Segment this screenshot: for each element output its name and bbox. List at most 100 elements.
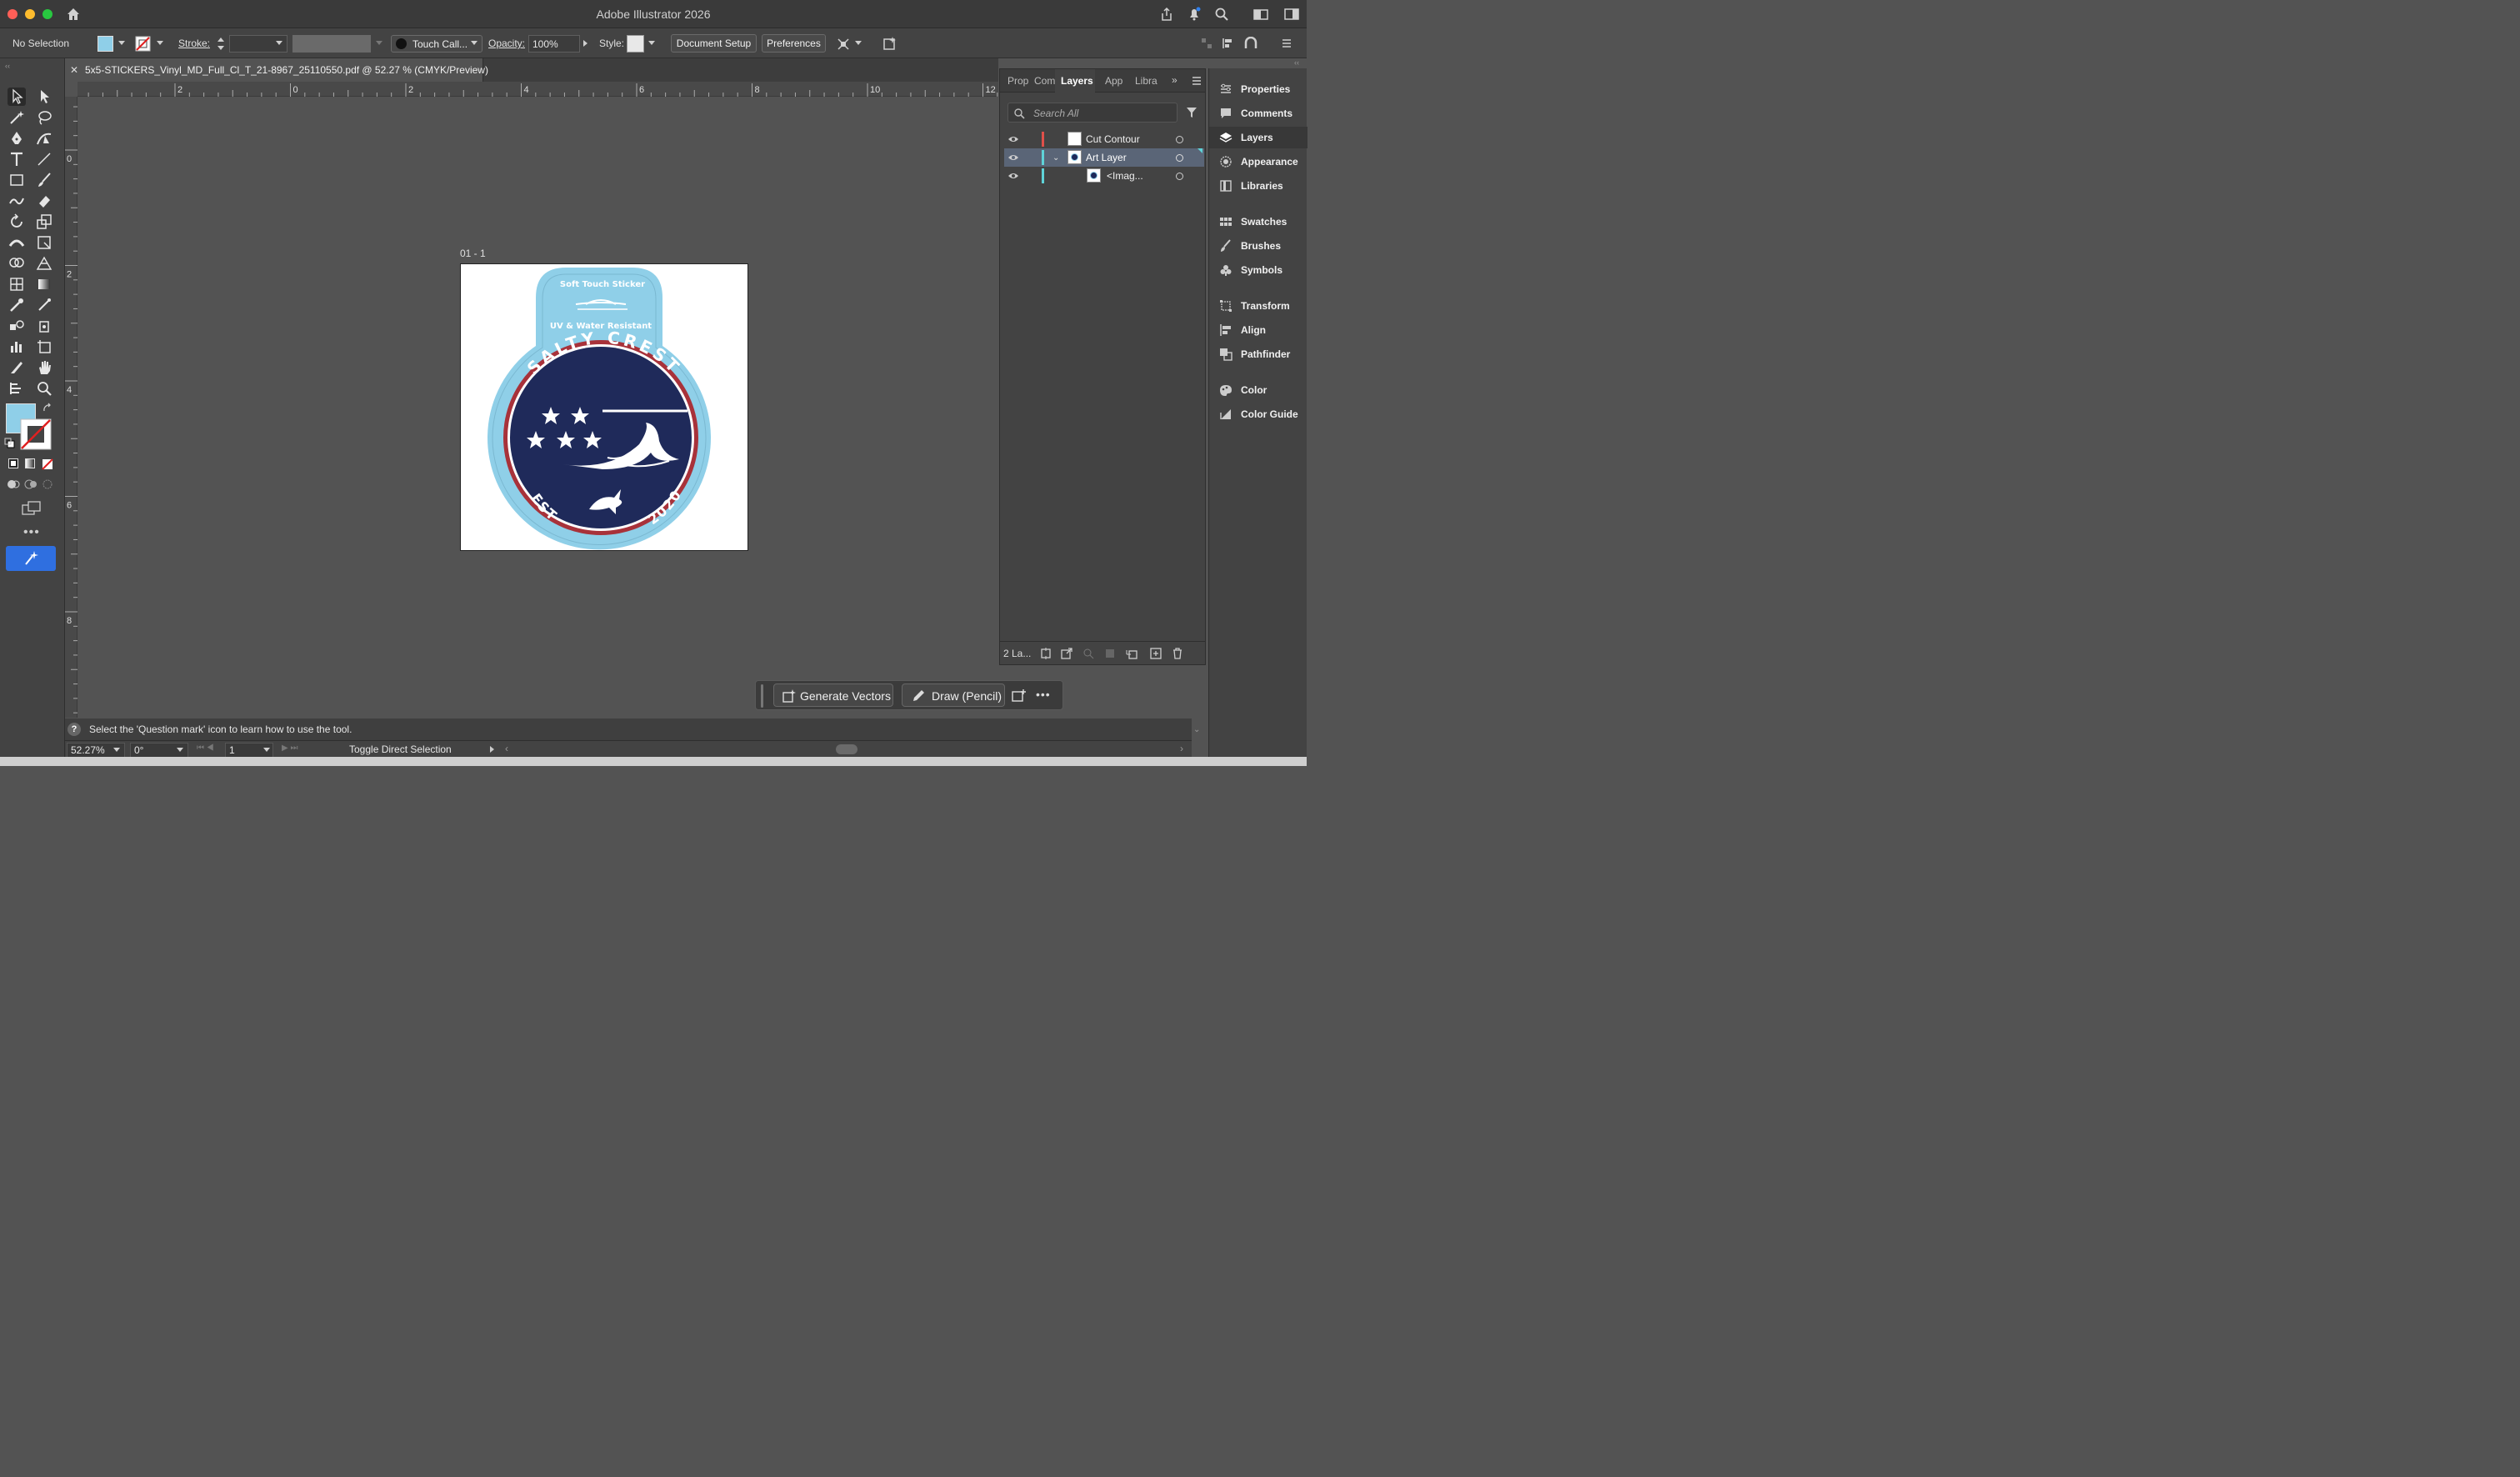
share-icon[interactable] — [1158, 6, 1175, 23]
slice-tool[interactable] — [8, 358, 26, 377]
pen-tool[interactable] — [8, 129, 26, 148]
lasso-tool[interactable] — [35, 108, 53, 127]
magic-wand-tool[interactable] — [8, 108, 26, 127]
collapse-dock-icon[interactable]: ‹‹ — [1294, 58, 1299, 67]
line-segment-tool[interactable] — [35, 150, 53, 168]
visibility-eye-icon[interactable] — [1008, 134, 1019, 144]
add-image-icon[interactable] — [1012, 688, 1027, 703]
panel-swatches[interactable]: Swatches — [1209, 211, 1308, 233]
status-menu-arrow-icon[interactable] — [490, 746, 494, 753]
drag-handle[interactable] — [761, 684, 763, 708]
opacity-field[interactable]: 100% — [528, 35, 580, 53]
artboard-dropdown-icon[interactable] — [263, 748, 270, 752]
panel-color-guide[interactable]: Color Guide — [1209, 403, 1308, 425]
workspace-icon[interactable] — [1252, 6, 1269, 23]
layer-name[interactable]: Cut Contour — [1086, 133, 1140, 145]
document-setup-button[interactable]: Document Setup — [671, 34, 757, 53]
arrange-icon[interactable] — [835, 36, 852, 53]
panel-appearance[interactable]: Appearance — [1209, 151, 1308, 173]
panel-toggle-icon[interactable] — [1283, 6, 1300, 23]
layer-row-art-layer[interactable]: ⌄ Art Layer — [1004, 148, 1204, 167]
tab-libraries[interactable]: Libra — [1135, 75, 1158, 87]
preferences-button[interactable]: Preferences — [762, 34, 826, 53]
panel-brushes[interactable]: Brushes — [1209, 235, 1308, 257]
visibility-eye-icon[interactable] — [1008, 153, 1019, 163]
zoom-dropdown-icon[interactable] — [113, 748, 120, 752]
filter-icon[interactable] — [1186, 106, 1198, 119]
none-mode-button[interactable] — [42, 458, 53, 470]
direct-selection-tool[interactable] — [35, 88, 53, 106]
search-icon[interactable] — [1213, 6, 1230, 23]
style-dropdown-icon[interactable] — [648, 41, 655, 45]
target-icon[interactable] — [1176, 173, 1183, 180]
gradient-tool[interactable] — [35, 275, 53, 293]
rectangle-tool[interactable] — [8, 171, 26, 189]
scroll-right-icon[interactable]: › — [1180, 743, 1183, 754]
eyedropper-tool[interactable] — [8, 296, 26, 314]
layer-row-cut-contour[interactable]: Cut Contour — [1004, 130, 1204, 148]
artboard-tool[interactable] — [35, 338, 53, 356]
panel-symbols[interactable]: Symbols — [1209, 259, 1308, 281]
graphic-style-swatch[interactable] — [627, 35, 644, 53]
document-tab[interactable]: ✕ 5x5-STICKERS_Vinyl_MD_Full_Cl_T_21-896… — [65, 58, 488, 82]
artboard[interactable]: Soft Touch Sticker UV & Water Resistant … — [460, 263, 748, 551]
draw-pencil-button[interactable]: Draw (Pencil) — [902, 683, 1005, 707]
profile-dropdown-icon[interactable] — [376, 41, 382, 45]
sticker-artwork[interactable]: Soft Touch Sticker UV & Water Resistant … — [461, 264, 749, 552]
generative-recolor-icon[interactable] — [882, 35, 898, 52]
default-fill-stroke-icon[interactable] — [4, 438, 16, 449]
generative-ai-button[interactable] — [6, 546, 56, 571]
panel-transform[interactable]: Transform — [1209, 295, 1308, 317]
collapse-toolbar-icon[interactable]: ‹‹ — [5, 62, 10, 70]
layer-name[interactable]: Art Layer — [1086, 152, 1127, 163]
horizontal-ruler[interactable]: 2 0 2 4 6 8 10 12 — [78, 82, 998, 97]
tab-appearance[interactable]: App — [1105, 75, 1122, 87]
more-options-icon[interactable]: ••• — [1036, 688, 1051, 701]
stroke-swatch[interactable] — [135, 36, 151, 52]
opacity-label[interactable]: Opacity: — [488, 38, 525, 49]
selection-tool[interactable] — [8, 88, 26, 106]
stroke-dropdown-icon[interactable] — [157, 41, 163, 45]
shape-builder-tool[interactable] — [8, 254, 26, 273]
stroke-color-box[interactable] — [20, 418, 52, 450]
perspective-grid-tool[interactable] — [35, 254, 53, 273]
align-icon[interactable] — [1200, 37, 1213, 50]
last-artboard-icon[interactable]: ▶ ⏭ — [282, 744, 298, 753]
horizontal-scroll-thumb[interactable] — [836, 744, 858, 754]
mesh-tool[interactable] — [8, 275, 26, 293]
draw-behind-icon[interactable] — [24, 478, 38, 490]
notifications-icon[interactable] — [1186, 6, 1202, 23]
close-tab-icon[interactable]: ✕ — [70, 64, 78, 76]
scroll-down-icon[interactable]: ⌄ — [1193, 725, 1200, 734]
locate-object-icon[interactable] — [1039, 647, 1052, 660]
first-artboard-icon[interactable]: ⏮ ◀ — [197, 744, 214, 753]
draw-inside-icon[interactable] — [42, 478, 53, 490]
panel-color[interactable]: Color — [1209, 379, 1308, 401]
tab-layers[interactable]: Layers — [1055, 69, 1095, 93]
curvature-tool[interactable] — [35, 129, 53, 148]
brush-dropdown-icon[interactable] — [471, 41, 478, 45]
layers-search-field[interactable]: Search All — [1008, 103, 1178, 123]
width-tool[interactable] — [8, 233, 26, 252]
fill-swatch[interactable] — [98, 36, 113, 52]
distribute-icon[interactable] — [1221, 37, 1234, 50]
type-tool[interactable] — [8, 150, 26, 168]
visibility-eye-icon[interactable] — [1008, 171, 1019, 181]
question-mark-icon[interactable]: ? — [68, 723, 81, 736]
panel-properties[interactable]: Properties — [1209, 78, 1308, 100]
rotation-dropdown-icon[interactable] — [177, 748, 183, 752]
print-tiling-tool[interactable] — [8, 379, 26, 398]
panel-pathfinder[interactable]: Pathfinder — [1209, 343, 1308, 365]
panel-menu-icon[interactable] — [1280, 37, 1293, 50]
target-icon[interactable] — [1176, 136, 1183, 143]
brush-definition[interactable]: Touch Call... — [391, 35, 482, 53]
variable-width-profile[interactable] — [292, 35, 371, 53]
more-tabs-icon[interactable]: » — [1172, 74, 1178, 86]
color-mode-button[interactable] — [8, 458, 18, 468]
fill-dropdown-icon[interactable] — [118, 41, 125, 45]
column-graph-tool[interactable] — [8, 338, 26, 356]
target-icon[interactable] — [1176, 154, 1183, 162]
chevron-down-icon[interactable]: ⌄ — [1052, 153, 1059, 163]
vertical-ruler[interactable]: 0 2 4 6 8 — [65, 97, 78, 718]
opacity-arrow-icon[interactable] — [583, 40, 588, 47]
